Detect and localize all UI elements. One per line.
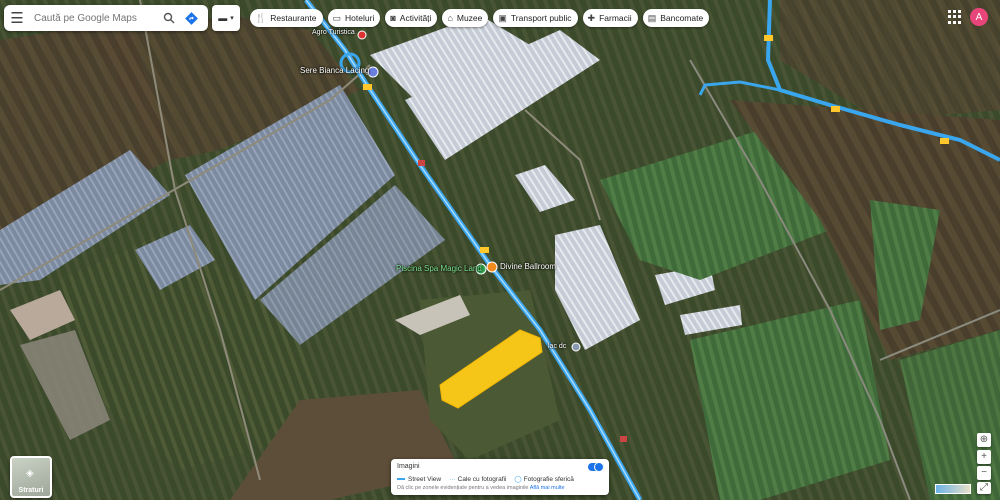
imagery-panel: Imagini Street View ··· Cale cu fotografi… [391, 459, 609, 495]
atm-icon: ▤ [647, 12, 657, 23]
bed-icon: ▭ [332, 12, 342, 23]
imagery-title: Imagini [397, 463, 420, 470]
avatar[interactable]: A [970, 8, 988, 26]
chip-transport-public[interactable]: ▣ Transport public [493, 9, 578, 27]
dotted-line-icon: ··· [449, 475, 456, 483]
road-shield [620, 436, 627, 442]
road-shield [940, 138, 949, 144]
chip-activitati[interactable]: ◙ Activități [385, 9, 438, 27]
street-view-line-icon [397, 477, 405, 480]
imagery-toggle[interactable] [588, 462, 604, 472]
chip-label: Restaurante [270, 13, 317, 23]
saved-layers-button[interactable]: ▬ ▾ [212, 5, 240, 31]
fullscreen-icon[interactable]: ⤢ [977, 482, 991, 494]
layers-icon: ◈ [26, 468, 34, 479]
chip-label: Farmacii [599, 13, 632, 23]
directions-icon[interactable] [180, 5, 202, 31]
imagery-note: Dă clic pe zonele evidențiate pentru a v… [397, 485, 565, 491]
place-label-piscina[interactable]: Piscina Spa Magic Land [396, 264, 482, 273]
zoom-in-button[interactable]: + [977, 450, 991, 464]
chip-label: Transport public [510, 13, 572, 23]
camera-icon: ◙ [390, 13, 396, 23]
search-box[interactable]: ☰ [4, 5, 208, 31]
fork-knife-icon: 🍴 [255, 12, 267, 23]
chip-label: Bancomate [660, 13, 704, 23]
chip-muzee[interactable]: ⌂ Muzee [442, 9, 489, 27]
chip-hoteluri[interactable]: ▭ Hoteluri [327, 9, 381, 27]
road-shield [418, 160, 425, 166]
road-shield [363, 84, 372, 90]
pharmacy-icon: ✚ [587, 12, 596, 23]
place-label-small[interactable]: lac dc [548, 343, 566, 350]
learn-more-link[interactable]: Află mai multe [530, 485, 565, 491]
road-shield [480, 247, 489, 253]
layers-label: Straturi [18, 487, 44, 494]
chevron-down-icon: ▾ [230, 15, 234, 22]
keyboard-icon: ▬ [218, 13, 228, 23]
legend-photo-path: ··· Cale cu fotografii [449, 476, 506, 483]
legend-spherical: ◯ Fotografie sferică [514, 475, 574, 483]
road-shield [831, 106, 840, 112]
category-chips: 🍴 Restaurante ▭ Hoteluri ◙ Activități ⌂ Muze… [250, 9, 710, 27]
satellite-map[interactable]: Sere Bianca Lacing Piscina Spa Magic Lan… [0, 0, 1000, 500]
circle-icon: ◯ [514, 476, 522, 483]
chip-label: Activități [399, 13, 432, 23]
menu-icon[interactable]: ☰ [4, 5, 30, 31]
note-text: Dă clic pe zonele evidențiate pentru a v… [397, 485, 529, 491]
chip-restaurante[interactable]: 🍴 Restaurante [250, 9, 323, 27]
legend-street-view: Street View [397, 476, 441, 483]
place-label-sere[interactable]: Sere Bianca Lacing [300, 66, 369, 75]
place-marker[interactable] [367, 66, 379, 78]
layers-toggle[interactable]: ◈ Straturi [10, 456, 52, 498]
chip-bancomate[interactable]: ▤ Bancomate [642, 9, 710, 27]
imagery-legend: Street View ··· Cale cu fotografii ◯ Fotog… [397, 475, 574, 483]
apps-grid-icon[interactable] [948, 10, 962, 24]
legend-label: Street View [408, 475, 442, 483]
legend-label: Fotografie sferică [523, 476, 574, 483]
top-bar: ☰ ▬▾ 🍴Restaurante ▭Hoteluri ◙Activități … [0, 0, 1000, 36]
museum-icon: ⌂ [447, 13, 453, 23]
bus-icon: ▣ [498, 12, 507, 23]
chip-farmacii[interactable]: ✚ Farmacii [582, 9, 638, 27]
map-canvas[interactable] [0, 0, 1000, 500]
chip-label: Hoteluri [345, 13, 375, 23]
chip-label: Muzee [456, 13, 483, 23]
legend-label: Cale cu fotografii [457, 475, 507, 483]
place-label-divine[interactable]: Divine Ballroom [500, 262, 556, 271]
my-location-icon[interactable]: ⊕ [977, 433, 991, 447]
search-input[interactable] [30, 12, 158, 24]
place-marker[interactable] [571, 342, 581, 352]
mini-thumbnails[interactable] [935, 484, 971, 494]
place-marker[interactable] [486, 261, 498, 273]
search-icon[interactable] [158, 5, 180, 31]
zoom-out-button[interactable]: − [977, 466, 991, 480]
